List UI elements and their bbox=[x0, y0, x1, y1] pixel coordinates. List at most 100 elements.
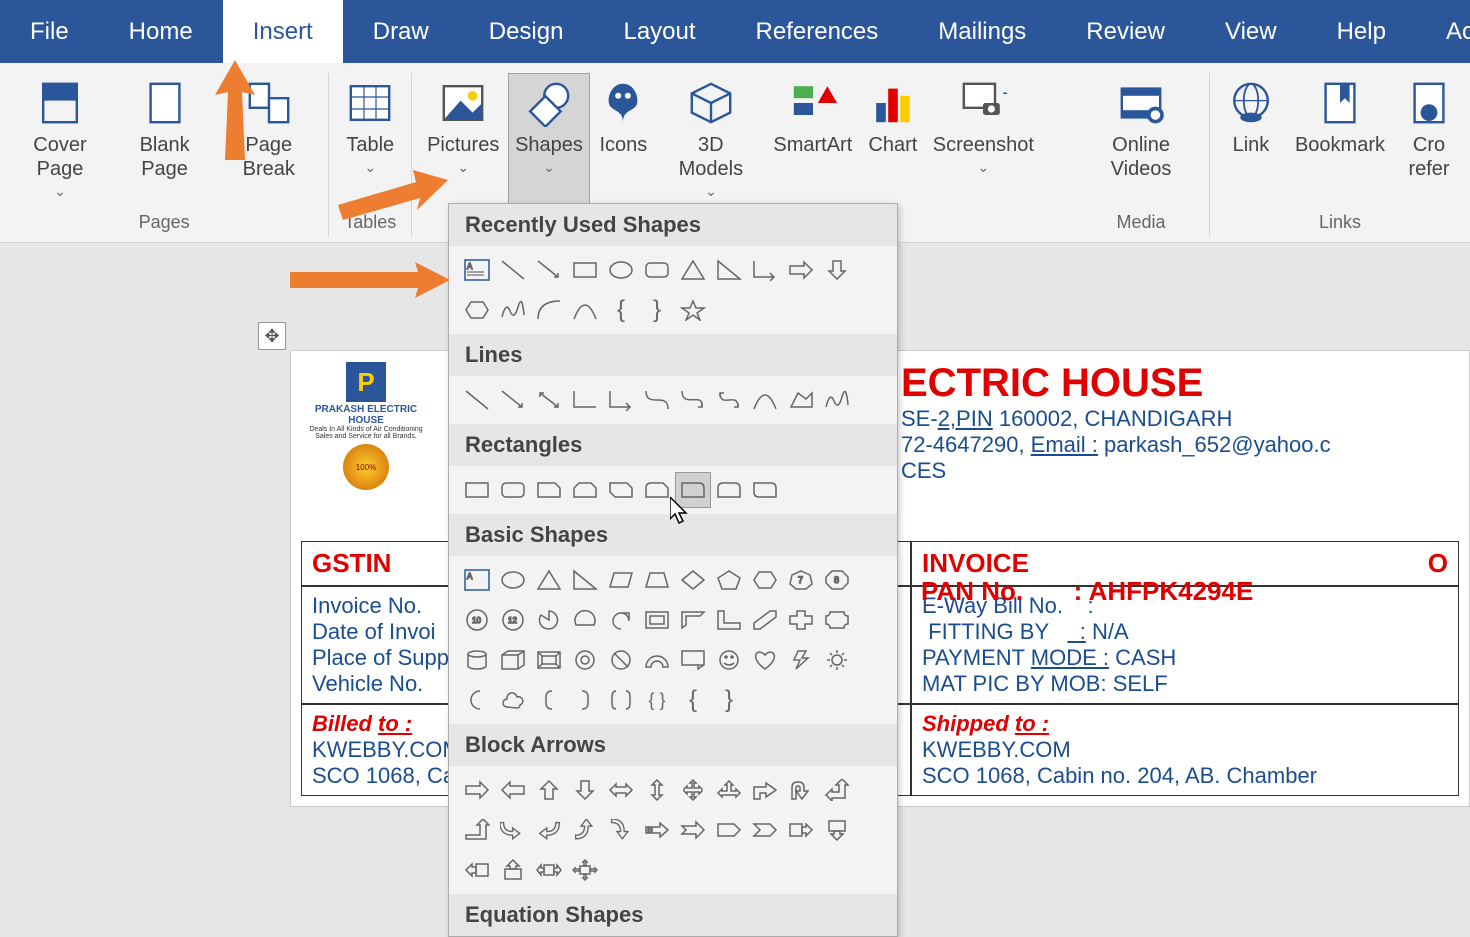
tab-view[interactable]: View bbox=[1195, 0, 1307, 63]
basic-halfframe[interactable] bbox=[675, 602, 711, 638]
shape-curve[interactable] bbox=[567, 292, 603, 328]
line-plain[interactable] bbox=[459, 382, 495, 418]
tab-review[interactable]: Review bbox=[1056, 0, 1195, 63]
arrow-callout-up[interactable] bbox=[495, 852, 531, 888]
basic-blockarc[interactable] bbox=[639, 642, 675, 678]
basic-smiley[interactable] bbox=[711, 642, 747, 678]
basic-octagon[interactable]: 8 bbox=[819, 562, 855, 598]
basic-dodecagon[interactable]: 12 bbox=[495, 602, 531, 638]
basic-lbracket[interactable] bbox=[531, 682, 567, 718]
basic-sun[interactable] bbox=[819, 642, 855, 678]
arrow-curved-right[interactable] bbox=[495, 812, 531, 848]
tab-references[interactable]: References bbox=[726, 0, 909, 63]
basic-doublebrace[interactable]: { } bbox=[639, 682, 675, 718]
tab-design[interactable]: Design bbox=[459, 0, 594, 63]
basic-moon[interactable] bbox=[459, 682, 495, 718]
cross-reference-button[interactable]: Crorefer bbox=[1396, 73, 1462, 208]
link-button[interactable]: Link bbox=[1218, 73, 1284, 208]
arrow-curved-left[interactable] bbox=[531, 812, 567, 848]
shape-elbow-arrow[interactable] bbox=[747, 252, 783, 288]
basic-textbox[interactable]: A bbox=[459, 562, 495, 598]
basic-parallelogram[interactable] bbox=[603, 562, 639, 598]
shape-textbox[interactable]: A bbox=[459, 252, 495, 288]
arrow-updown[interactable] bbox=[639, 772, 675, 808]
basic-bevel[interactable] bbox=[531, 642, 567, 678]
basic-diamond[interactable] bbox=[675, 562, 711, 598]
rect-snip1[interactable] bbox=[531, 472, 567, 508]
basic-lshape[interactable] bbox=[711, 602, 747, 638]
basic-pentagon[interactable] bbox=[711, 562, 747, 598]
basic-hexagon[interactable] bbox=[747, 562, 783, 598]
basic-teardrop[interactable] bbox=[603, 602, 639, 638]
arrow-callout-right[interactable] bbox=[783, 812, 819, 848]
basic-can[interactable] bbox=[459, 642, 495, 678]
arrow-leftright[interactable] bbox=[603, 772, 639, 808]
line-curved-double[interactable] bbox=[711, 382, 747, 418]
icons-button[interactable]: Icons bbox=[592, 73, 655, 208]
rect-round2[interactable] bbox=[711, 472, 747, 508]
screenshot-button[interactable]: + Screenshot ⌄ bbox=[927, 73, 1040, 208]
shape-right-brace[interactable]: } bbox=[639, 292, 675, 328]
basic-diagstripe[interactable] bbox=[747, 602, 783, 638]
shape-line-arrow[interactable] bbox=[531, 252, 567, 288]
line-curved-arrow[interactable] bbox=[675, 382, 711, 418]
arrow-bent[interactable] bbox=[747, 772, 783, 808]
smartart-button[interactable]: SmartArt bbox=[767, 73, 859, 208]
arrow-curved-up[interactable] bbox=[567, 812, 603, 848]
arrow-quad[interactable] bbox=[675, 772, 711, 808]
arrow-callout-left[interactable] bbox=[459, 852, 495, 888]
basic-lightning[interactable] bbox=[783, 642, 819, 678]
cover-page-button[interactable]: Cover Page ⌄ bbox=[8, 73, 112, 208]
tab-insert[interactable]: Insert bbox=[223, 0, 343, 63]
online-videos-button[interactable]: Online Videos bbox=[1081, 73, 1201, 208]
arrow-callout-down[interactable] bbox=[819, 812, 855, 848]
arrow-left[interactable] bbox=[495, 772, 531, 808]
shape-line[interactable] bbox=[495, 252, 531, 288]
line-elbow[interactable] bbox=[567, 382, 603, 418]
arrow-right[interactable] bbox=[459, 772, 495, 808]
shape-right-triangle[interactable] bbox=[711, 252, 747, 288]
tab-home[interactable]: Home bbox=[99, 0, 223, 63]
line-freeform[interactable] bbox=[783, 382, 819, 418]
line-scribble[interactable] bbox=[819, 382, 855, 418]
basic-rtriangle[interactable] bbox=[567, 562, 603, 598]
rect-plain[interactable] bbox=[459, 472, 495, 508]
arrow-striped[interactable] bbox=[639, 812, 675, 848]
shape-oval[interactable] bbox=[603, 252, 639, 288]
basic-plaque[interactable] bbox=[819, 602, 855, 638]
basic-cloud[interactable] bbox=[495, 682, 531, 718]
basic-decagon[interactable]: 10 bbox=[459, 602, 495, 638]
shape-rectangle[interactable] bbox=[567, 252, 603, 288]
basic-plus[interactable] bbox=[783, 602, 819, 638]
shape-left-brace[interactable]: { bbox=[603, 292, 639, 328]
line-double-arrow[interactable] bbox=[531, 382, 567, 418]
line-curve2[interactable] bbox=[747, 382, 783, 418]
basic-oval[interactable] bbox=[495, 562, 531, 598]
tab-acrobat[interactable]: Acrobat bbox=[1416, 0, 1470, 63]
basic-doublebracket[interactable] bbox=[603, 682, 639, 718]
basic-heptagon[interactable]: 7 bbox=[783, 562, 819, 598]
shape-arc[interactable] bbox=[531, 292, 567, 328]
arrow-up[interactable] bbox=[531, 772, 567, 808]
basic-rbrace[interactable]: } bbox=[711, 682, 747, 718]
line-elbow-arrow[interactable] bbox=[603, 382, 639, 418]
tab-draw[interactable]: Draw bbox=[343, 0, 459, 63]
arrow-curved-down[interactable] bbox=[603, 812, 639, 848]
arrow-leftrightup[interactable] bbox=[711, 772, 747, 808]
arrow-pentagon[interactable] bbox=[711, 812, 747, 848]
shapes-button[interactable]: Shapes ⌄ bbox=[508, 73, 590, 208]
arrow-notched[interactable] bbox=[675, 812, 711, 848]
tab-help[interactable]: Help bbox=[1307, 0, 1416, 63]
basic-triangle[interactable] bbox=[531, 562, 567, 598]
rect-snip2[interactable] bbox=[567, 472, 603, 508]
tab-file[interactable]: File bbox=[0, 0, 99, 63]
rect-snip-diag[interactable] bbox=[603, 472, 639, 508]
arrow-callout-quad[interactable] bbox=[567, 852, 603, 888]
shape-scribble[interactable] bbox=[495, 292, 531, 328]
tab-layout[interactable]: Layout bbox=[593, 0, 725, 63]
arrow-chevron[interactable] bbox=[747, 812, 783, 848]
line-curved[interactable] bbox=[639, 382, 675, 418]
shape-right-arrow[interactable] bbox=[783, 252, 819, 288]
basic-donut[interactable] bbox=[567, 642, 603, 678]
arrow-bentup[interactable] bbox=[459, 812, 495, 848]
